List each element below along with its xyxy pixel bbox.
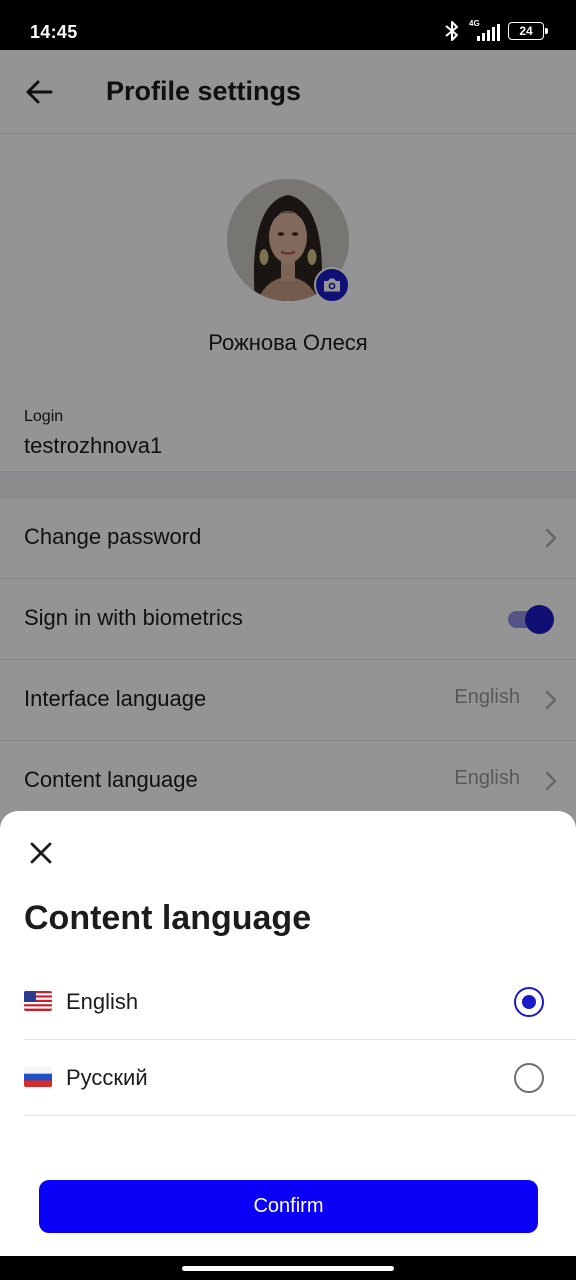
sheet-title: Content language (24, 899, 312, 937)
radio-unselected[interactable] (514, 1063, 544, 1093)
battery-level: 24 (519, 24, 533, 38)
content-language-sheet: Content language English Русский Confirm (0, 811, 576, 1256)
radio-selected[interactable] (514, 987, 544, 1017)
close-icon[interactable] (27, 839, 55, 867)
profile-settings-screen: Profile settings Рожнова Олеся Login tes… (0, 50, 576, 1256)
system-nav-bar (0, 1256, 576, 1280)
us-flag-icon (24, 991, 52, 1011)
ru-flag-icon (24, 1067, 52, 1087)
signal-icon: 4G (469, 19, 500, 41)
bluetooth-icon (445, 21, 458, 41)
language-option-english[interactable]: English (24, 964, 576, 1040)
confirm-button[interactable]: Confirm (39, 1180, 538, 1233)
status-time: 14:45 (30, 22, 78, 42)
language-option-label: English (66, 989, 139, 1014)
battery-icon: 24 (508, 22, 548, 40)
status-icons: 4G 24 (443, 19, 548, 42)
network-type: 4G (469, 19, 480, 28)
status-bar: 14:45 4G 24 (0, 0, 576, 50)
language-option-label: Русский (66, 1065, 148, 1090)
home-indicator[interactable] (182, 1266, 394, 1271)
language-option-russian[interactable]: Русский (24, 1040, 576, 1116)
